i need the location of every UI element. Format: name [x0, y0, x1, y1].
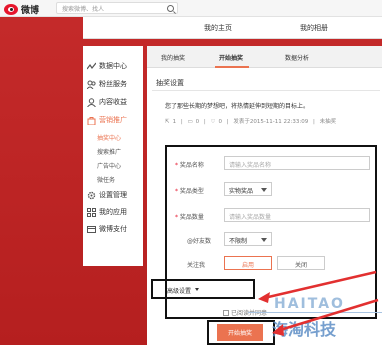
- prize-type-label: * 奖品类型: [175, 188, 204, 195]
- chevron-down-icon: [261, 188, 267, 192]
- comment-count: 0: [195, 119, 200, 125]
- wallet-icon: [87, 225, 96, 234]
- logo-text: 微博: [21, 5, 40, 16]
- sidebar-item-marketing[interactable]: 营销推广: [87, 114, 127, 126]
- sidebar-item-label: 粉丝服务: [99, 80, 127, 88]
- friends-select[interactable]: 不限制: [224, 232, 272, 246]
- weibo-logo-icon: [4, 3, 18, 15]
- sidebar-item-apps[interactable]: 我的应用: [87, 206, 127, 218]
- tab-data-analysis[interactable]: 数据分析: [285, 53, 309, 62]
- follow-disable-button[interactable]: 关闭: [277, 256, 325, 270]
- watermark-rule: [248, 312, 382, 313]
- fans-icon: [86, 80, 96, 89]
- my-home-link[interactable]: 我的主页: [204, 23, 232, 33]
- weibo-logo[interactable]: 微博: [4, 2, 44, 16]
- active-tab-indicator: [215, 66, 249, 68]
- follow-enable-button[interactable]: 启用: [224, 256, 272, 270]
- sidebar-item-label: 设置管理: [99, 191, 127, 199]
- sidebar-item-pay[interactable]: 微博支付: [87, 223, 127, 235]
- share-count: 1: [172, 119, 177, 125]
- page-header: 我的主页 我的相册: [83, 17, 382, 39]
- post-text: 您了那些长期的梦想吧，将热情延伸到短期的目标上。: [165, 103, 310, 110]
- friends-value: 不限制: [229, 238, 248, 245]
- sub-item-lottery-center[interactable]: 抽奖中心: [97, 133, 121, 142]
- sub-item-ad-center[interactable]: 广告中心: [97, 161, 121, 170]
- sub-item-micro-task[interactable]: 微任务: [97, 175, 115, 184]
- lottery-status: 未抽奖: [319, 119, 337, 125]
- section-title: 抽奖设置: [156, 79, 184, 87]
- watermark-text-cn: 海淘科技: [272, 320, 337, 339]
- watermark-logo: HAITAO 海淘科技: [248, 296, 382, 345]
- advanced-settings-toggle[interactable]: 高级设置: [151, 279, 255, 299]
- follow-label: 关注我: [187, 262, 206, 269]
- comment-icon: ▭: [187, 119, 193, 125]
- sidebar-item-fans[interactable]: 粉丝服务: [86, 78, 127, 90]
- post-meta: ⇱ 1 | ▭ 0 | ♡ 0 | 发表于2015-11-11 22:33:09 | …: [165, 119, 337, 125]
- search-placeholder: 搜索微博、找人: [62, 6, 105, 13]
- prize-type-select[interactable]: 实物奖品: [224, 182, 272, 196]
- chart-icon: [86, 62, 97, 71]
- prize-count-label: * 奖品数量: [175, 214, 204, 221]
- gear-icon: [87, 191, 96, 200]
- post-time: 发表于2015-11-11 22:33:09: [233, 119, 309, 125]
- agree-checkbox[interactable]: [223, 310, 229, 316]
- top-bar: 微博 搜索微博、找人: [0, 0, 382, 17]
- my-album-link[interactable]: 我的相册: [300, 23, 328, 33]
- prize-type-value: 实物奖品: [229, 188, 254, 195]
- advanced-settings-label: 高级设置: [167, 288, 192, 295]
- prize-name-label: * 奖品名称: [175, 162, 204, 169]
- user-icon: [87, 97, 96, 107]
- sidebar: 数据中心 粉丝服务 内容收益 营销推广 抽奖中心 搜索推广 广告中心 微任务 设…: [83, 46, 143, 266]
- sidebar-item-settings[interactable]: 设置管理: [87, 189, 127, 201]
- chevron-down-icon: [261, 238, 267, 242]
- like-icon: ♡: [210, 119, 216, 125]
- prize-name-input[interactable]: 请输入奖品名称: [224, 156, 370, 170]
- friends-label: @好友数: [187, 238, 212, 245]
- chevron-down-icon: [195, 288, 199, 291]
- divider: [152, 90, 380, 91]
- sidebar-item-data-center[interactable]: 数据中心: [86, 60, 127, 72]
- tab-bar: 我的抽奖 开始抽奖 数据分析: [147, 46, 382, 68]
- share-icon: ⇱: [165, 119, 170, 125]
- search-input[interactable]: 搜索微博、找人: [56, 2, 178, 14]
- tab-start-lottery[interactable]: 开始抽奖: [219, 53, 243, 62]
- sidebar-item-label: 营销推广: [99, 116, 127, 124]
- search-icon[interactable]: [167, 5, 174, 12]
- prize-count-input[interactable]: 请输入奖品数量: [224, 208, 370, 222]
- sidebar-item-label: 数据中心: [99, 62, 127, 70]
- sidebar-item-label: 微博支付: [99, 225, 127, 233]
- sidebar-item-label: 内容收益: [99, 98, 127, 106]
- sidebar-item-revenue[interactable]: 内容收益: [87, 96, 127, 108]
- bag-icon: [87, 116, 96, 125]
- tab-my-lottery[interactable]: 我的抽奖: [161, 53, 185, 62]
- like-count: 0: [218, 119, 222, 125]
- apps-icon: [87, 207, 96, 217]
- sub-item-search-promo[interactable]: 搜索推广: [97, 147, 121, 156]
- watermark-text-latin: HAITAO: [274, 296, 345, 312]
- sidebar-item-label: 我的应用: [99, 208, 127, 216]
